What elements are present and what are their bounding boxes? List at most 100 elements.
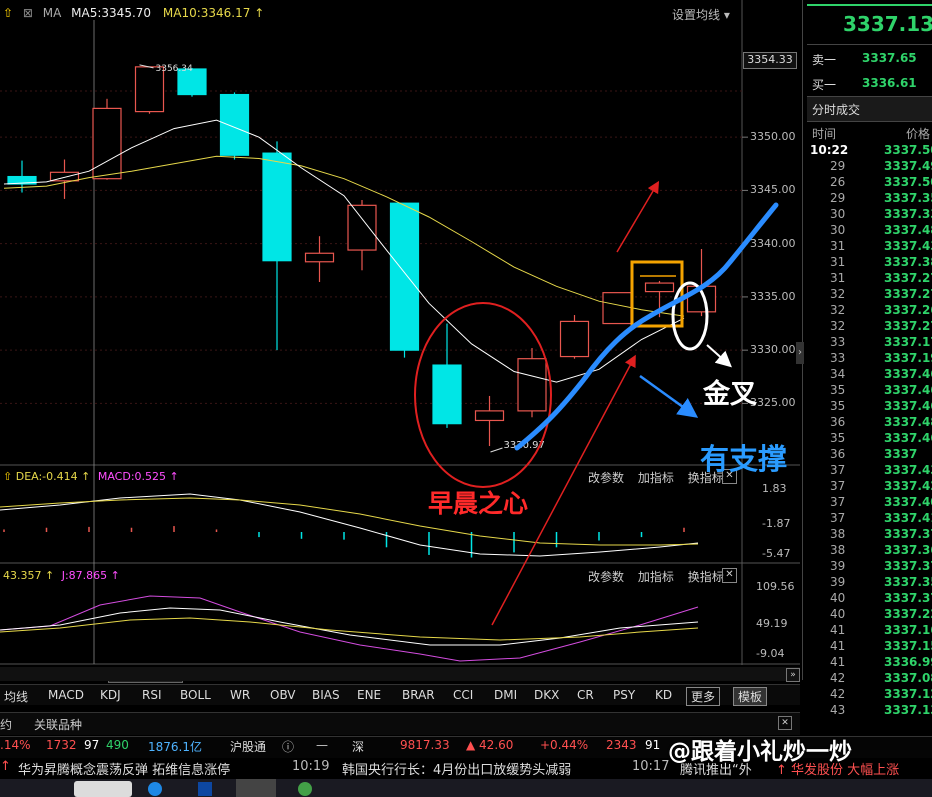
tab-cr[interactable]: CR bbox=[577, 688, 594, 702]
scroll-right-icon[interactable]: » bbox=[786, 668, 800, 682]
candle bbox=[474, 410, 505, 422]
help-icon[interactable]: ⓘ bbox=[282, 738, 294, 758]
trade-price: 3337.43 bbox=[884, 239, 932, 253]
candle bbox=[602, 292, 632, 325]
tab-wr[interactable]: WR bbox=[230, 688, 250, 702]
trade-time: 36 bbox=[830, 447, 846, 461]
trade-price: 3337.37 bbox=[884, 591, 932, 605]
edit-params-button[interactable]: 改参数 bbox=[588, 570, 624, 584]
trade-price: 3337.33 bbox=[884, 207, 932, 221]
macd-value: MACD:0.525 bbox=[97, 470, 167, 483]
dea-value: DEA:-0.414 bbox=[15, 470, 78, 483]
list-item: 35 3337.46 bbox=[808, 431, 932, 447]
tab-macd[interactable]: MACD bbox=[48, 688, 84, 702]
list-item: 32 3337.26 bbox=[808, 303, 932, 319]
news-item[interactable]: 华为昇腾概念震荡反弹 拓维信息涨停 bbox=[18, 759, 230, 778]
list-item: 31 3337.38 bbox=[808, 255, 932, 271]
template-button[interactable]: 模板 bbox=[733, 687, 768, 706]
candle bbox=[262, 152, 292, 262]
trade-time: 39 bbox=[830, 559, 846, 573]
list-item: 38 3337.36 bbox=[808, 543, 932, 559]
more-button[interactable]: 更多 bbox=[686, 687, 721, 706]
add-indicator-button[interactable]: 加指标 bbox=[638, 471, 674, 485]
scrollbar[interactable] bbox=[0, 667, 800, 681]
list-item: 37 3337.43 bbox=[808, 463, 932, 479]
tab-dkx[interactable]: DKX bbox=[534, 688, 559, 702]
tab-kdj[interactable]: KDJ bbox=[100, 688, 121, 702]
candle bbox=[219, 93, 250, 156]
tab-related[interactable]: 关联品种 bbox=[34, 716, 82, 733]
ma-settings-button[interactable]: 设置均线 ▾ bbox=[672, 6, 730, 23]
switch-indicator-button[interactable]: 换指标 bbox=[688, 570, 724, 584]
kdj-j-value: J:87.865 bbox=[61, 569, 108, 582]
active-app-icon[interactable] bbox=[236, 779, 276, 797]
add-indicator-button[interactable]: 加指标 bbox=[638, 570, 674, 584]
tab-brar[interactable]: BRAR bbox=[402, 688, 435, 702]
watermark: @跟着小礼炒一炒 bbox=[668, 739, 852, 765]
list-item: 37 3337.40 bbox=[808, 495, 932, 511]
kdj-header: 43.357 ↑ J:87.865 ↑ bbox=[3, 569, 120, 582]
list-item: 41 3337.15 bbox=[808, 639, 932, 655]
list-item: 30 3337.48 bbox=[808, 223, 932, 239]
tab-obv[interactable]: OBV bbox=[270, 688, 296, 702]
tab-boll[interactable]: BOLL bbox=[180, 688, 211, 702]
chat-icon[interactable] bbox=[298, 782, 312, 796]
tab-kd[interactable]: KD bbox=[655, 688, 672, 702]
tab-ma[interactable]: 均线 bbox=[4, 688, 28, 705]
list-item: 31 3337.27 bbox=[808, 271, 932, 287]
panel-toggle-icon[interactable]: › bbox=[796, 342, 804, 364]
trade-time: 37 bbox=[830, 479, 846, 493]
kdj-tick-label: 109.56 bbox=[756, 580, 795, 593]
trade-price: 3337.35 bbox=[884, 575, 932, 589]
trade-time: 35 bbox=[830, 431, 846, 445]
tab-dmi[interactable]: DMI bbox=[494, 688, 517, 702]
list-item: 36 3337.48 bbox=[808, 415, 932, 431]
trade-price: 3337.27 bbox=[884, 319, 932, 333]
trade-time: 40 bbox=[830, 607, 846, 621]
trade-price: 3337.37 bbox=[884, 527, 932, 541]
trade-time: 31 bbox=[830, 255, 846, 269]
news-time: 10:19 bbox=[292, 759, 330, 774]
low-pointer bbox=[490, 447, 503, 453]
trade-time: 43 bbox=[830, 703, 846, 717]
list-item: 32 3337.27 bbox=[808, 319, 932, 335]
buy1-label: 买一 bbox=[812, 78, 837, 92]
trade-price: 3337.26 bbox=[884, 303, 932, 317]
edit-params-button[interactable]: 改参数 bbox=[588, 471, 624, 485]
chevron-down-icon: ▾ bbox=[723, 8, 730, 22]
morning-star-annotation: 早晨之心 bbox=[428, 489, 529, 518]
kdj-j-line bbox=[0, 595, 699, 662]
arrow-up-icon: ⇧ bbox=[3, 470, 13, 483]
tab-partial[interactable]: 约 bbox=[0, 716, 12, 733]
close-icon[interactable]: ✕ bbox=[722, 568, 737, 583]
trade-price: 3337.46 bbox=[884, 367, 932, 381]
restore-icon[interactable]: ⊠ bbox=[23, 6, 33, 20]
browser-icon[interactable] bbox=[148, 782, 162, 796]
index-pct: .14% bbox=[0, 738, 31, 752]
tab-psy[interactable]: PSY bbox=[613, 688, 635, 702]
tab-cci[interactable]: CCI bbox=[453, 688, 473, 702]
list-item: 34 3337.46 bbox=[808, 367, 932, 383]
tab-rsi[interactable]: RSI bbox=[142, 688, 162, 702]
tab-ene[interactable]: ENE bbox=[357, 688, 381, 702]
macd-panel bbox=[0, 493, 699, 558]
trade-price: 3337.49 bbox=[884, 159, 932, 173]
connect-label[interactable]: 沪股通 bbox=[230, 738, 266, 758]
trades-section-title[interactable]: 分时成交 bbox=[812, 101, 860, 118]
trade-time: 29 bbox=[830, 159, 846, 173]
trade-price: 3337.15 bbox=[884, 639, 932, 653]
kdj-tick-label: 49.19 bbox=[756, 617, 788, 630]
trade-price: 3337.37 bbox=[884, 559, 932, 573]
list-item: 29 3337.35 bbox=[808, 191, 932, 207]
app-icon[interactable] bbox=[198, 782, 212, 796]
up-count: 1732 bbox=[46, 738, 77, 752]
tab-bias[interactable]: BIAS bbox=[312, 688, 340, 702]
up-arrow-icon[interactable]: ⇧ bbox=[3, 6, 13, 20]
close-icon[interactable]: ✕ bbox=[778, 716, 792, 730]
news-item[interactable]: 韩国央行行长：4月份出口放缓势头减弱 bbox=[342, 759, 571, 778]
sz-pct: +0.44% bbox=[540, 738, 589, 752]
trade-price: 3337.35 bbox=[884, 191, 932, 205]
app-thumbnail-icon[interactable] bbox=[74, 781, 132, 797]
trade-time: 41 bbox=[830, 639, 846, 653]
candle bbox=[644, 282, 675, 293]
